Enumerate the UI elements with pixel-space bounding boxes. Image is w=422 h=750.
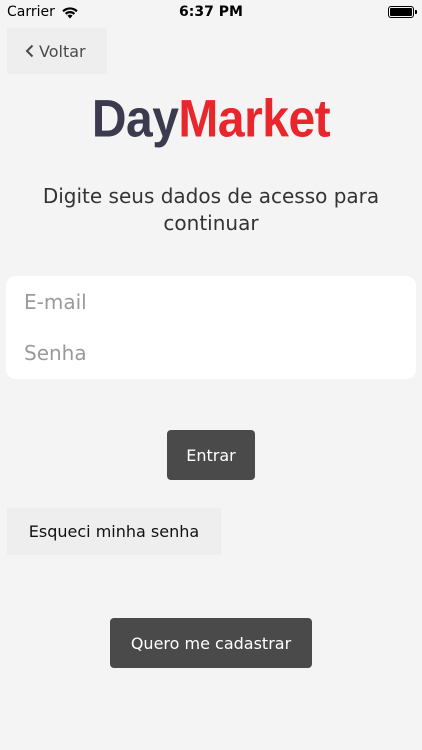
status-time: 6:37 PM: [179, 4, 243, 20]
status-bar: Carrier 6:37 PM: [0, 0, 422, 24]
signup-button[interactable]: Quero me cadastrar: [110, 618, 312, 668]
email-field[interactable]: [24, 282, 394, 322]
back-button[interactable]: Voltar: [7, 28, 107, 74]
forgot-password-button[interactable]: Esqueci minha senha: [7, 508, 221, 555]
login-button[interactable]: Entrar: [167, 430, 255, 480]
daymarket-logo: DayMarket: [0, 89, 422, 150]
password-field[interactable]: [24, 333, 394, 373]
logo-market-text: Market: [178, 90, 331, 149]
login-form-card: [6, 276, 416, 379]
battery-icon: [388, 6, 417, 18]
chevron-left-icon: [25, 44, 34, 58]
login-subtitle: Digite seus dados de acesso para continu…: [42, 184, 380, 235]
logo-day-text: Day: [91, 90, 179, 149]
back-label: Voltar: [39, 41, 86, 61]
